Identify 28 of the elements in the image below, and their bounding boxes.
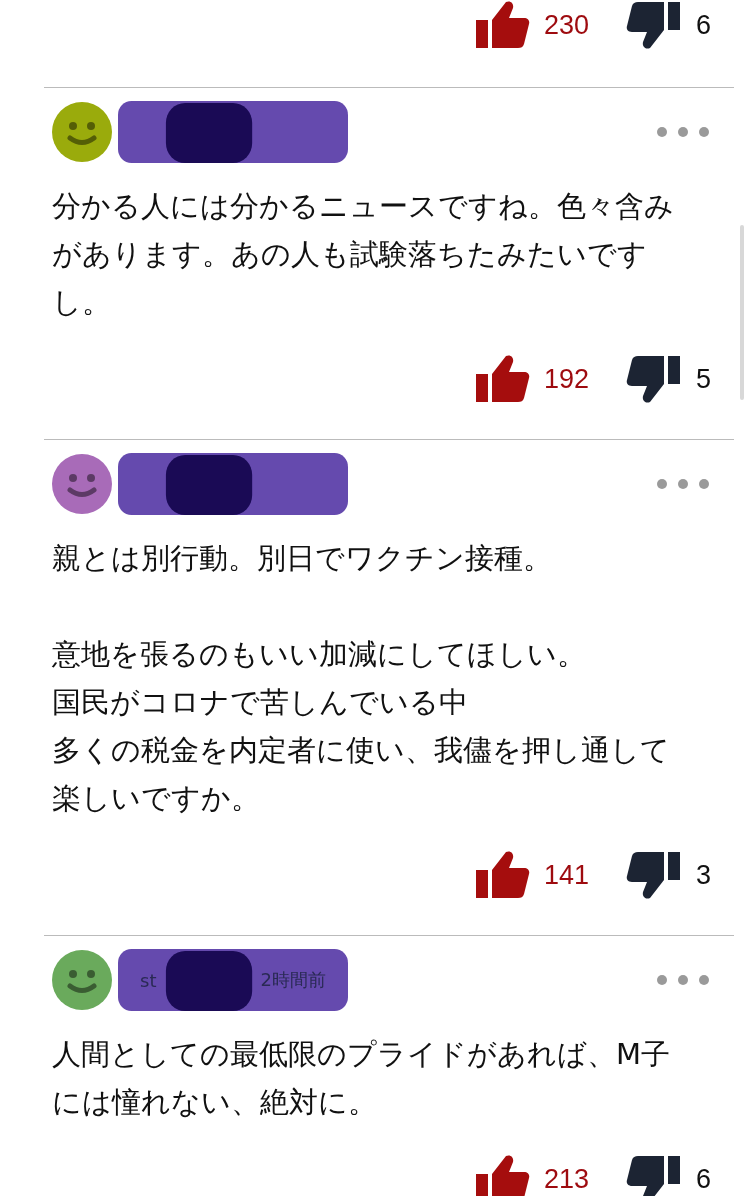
comment-text: 親とは別行動。別日でワクチン接種。 xyxy=(52,540,552,577)
comment-text: 多くの税金を内定者に使い、我儘を押し通して楽しいですか。 xyxy=(52,732,671,817)
like-count: 230 xyxy=(544,9,591,41)
comment-text: 人間としての最低限のプライドがあれば、M子には憧れない、絶対に。 xyxy=(52,1036,672,1121)
like-count: 141 xyxy=(544,859,591,891)
post-time: 2時間前 xyxy=(260,968,326,992)
comment-text: 国民がコロナで苦しんでいる中 xyxy=(52,684,468,721)
thumbs-down-icon[interactable] xyxy=(626,1154,682,1196)
thumbs-up-icon[interactable] xyxy=(474,1154,530,1196)
user-name: st xyxy=(140,969,157,991)
like-count: 213 xyxy=(544,1163,591,1195)
thumbs-down-icon[interactable] xyxy=(626,850,682,900)
comment-text: 意地を張るのもいい加減にしてほしい。 xyxy=(52,636,586,673)
thumbs-down-icon[interactable] xyxy=(626,0,682,50)
comment-text: 分かる人には分かるニュースですね。色々含みがあります。あの人も試験落ちたみたいですし。 xyxy=(52,188,675,321)
dislike-count: 6 xyxy=(696,9,713,41)
thumbs-up-icon[interactable] xyxy=(474,850,530,900)
dislike-count: 3 xyxy=(696,859,713,891)
thumbs-up-icon[interactable] xyxy=(474,0,530,50)
scroll-bar[interactable] xyxy=(740,225,744,400)
more-icon[interactable] xyxy=(656,974,710,986)
more-icon[interactable] xyxy=(656,478,710,490)
thumbs-down-icon[interactable] xyxy=(626,354,682,404)
like-count: 192 xyxy=(544,363,591,395)
more-icon[interactable] xyxy=(656,126,710,138)
dislike-count: 5 xyxy=(696,363,713,395)
thumbs-up-icon[interactable] xyxy=(474,354,530,404)
dislike-count: 6 xyxy=(696,1163,713,1195)
